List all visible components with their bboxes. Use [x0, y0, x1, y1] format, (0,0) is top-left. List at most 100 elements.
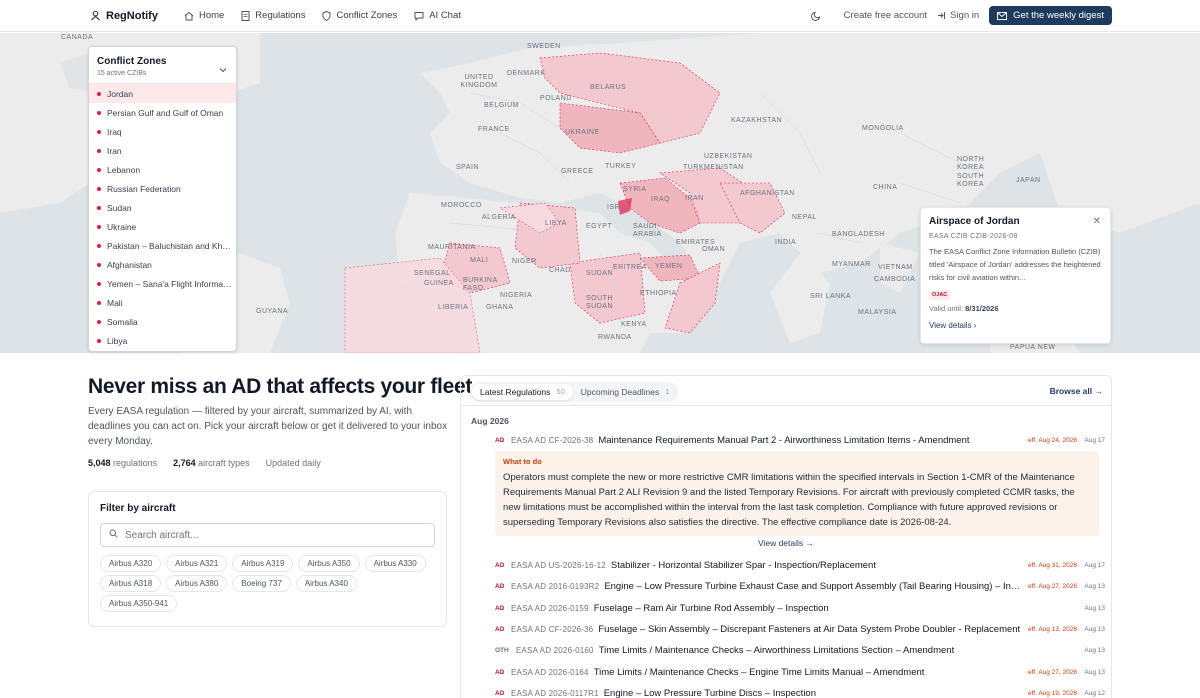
conflict-zone-item[interactable]: Persian Gulf and Gulf of Oman: [89, 103, 236, 122]
aircraft-chip[interactable]: Boeing 737: [232, 575, 291, 592]
conflict-zone-item[interactable]: Mali: [89, 293, 236, 312]
conflict-zone-item[interactable]: Yemen – Sana'a Flight Informa…: [89, 274, 236, 293]
aircraft-chip[interactable]: Airbus A320: [100, 555, 162, 572]
aircraft-chip[interactable]: Airbus A350: [298, 555, 360, 572]
map-label: CHINA: [873, 184, 898, 191]
conflict-zone-item[interactable]: Afghanistan: [89, 255, 236, 274]
zone-dot-icon: [97, 148, 101, 153]
zone-dot-icon: [97, 110, 101, 115]
zone-dot-icon: [97, 129, 101, 134]
nav-home[interactable]: Home: [184, 10, 224, 21]
regulation-kind: AD: [495, 436, 505, 444]
aircraft-search-input[interactable]: Search aircraft...: [100, 523, 435, 547]
weekly-digest-button[interactable]: Get the weekly digest: [989, 6, 1112, 25]
conflict-zones-title: Conflict Zones: [97, 56, 167, 67]
map-label: MONGOLIA: [862, 125, 904, 132]
aircraft-chip[interactable]: Airbus A321: [166, 555, 228, 572]
map-label: JAPAN: [1016, 177, 1041, 184]
tab-upcoming-deadlines[interactable]: Upcoming Deadlines 1: [573, 384, 678, 400]
nav-regulations[interactable]: Regulations: [241, 10, 305, 21]
nav-ai-chat[interactable]: AI Chat: [414, 10, 461, 21]
map-label: GUYANA: [256, 308, 289, 315]
map-label: FRANCE: [478, 126, 510, 133]
map-label: ETHIOPIA: [640, 290, 677, 297]
close-icon[interactable]: ✕: [1093, 216, 1101, 227]
conflict-zone-item[interactable]: Iraq: [89, 122, 236, 141]
map-label: SPAIN: [456, 164, 479, 171]
aircraft-chip[interactable]: Airbus A350-941: [100, 595, 178, 612]
weekly-digest-label: Get the weekly digest: [1013, 10, 1104, 21]
regulation-effective: eff. Aug 27, 2026: [1027, 668, 1077, 676]
map-label: RWANDA: [598, 334, 632, 341]
chevron-down-icon[interactable]: [219, 61, 227, 76]
filter-title: Filter by aircraft: [100, 503, 176, 514]
brand-name: RegNotify: [106, 9, 158, 22]
tab-latest-regulations[interactable]: Latest Regulations 50: [472, 384, 573, 400]
conflict-zones-header[interactable]: Conflict Zones 15 active CZIBs: [89, 47, 236, 84]
regulation-row[interactable]: AD EASA AD 2016-0193R2 Engine – Low Pres…: [495, 578, 1105, 594]
conflict-zone-item[interactable]: Somalia: [89, 312, 236, 331]
map-label: POLAND: [540, 95, 572, 102]
regulation-kind: OTH: [495, 646, 509, 654]
aircraft-chip[interactable]: Airbus A319: [232, 555, 294, 572]
regulation-id: EASA AD 2026-0159: [511, 603, 589, 613]
map-label: SOUTH KOREA: [957, 173, 985, 188]
regulation-kind: AD: [495, 668, 505, 676]
aircraft-chip[interactable]: Airbus A318: [100, 575, 162, 592]
map-label: MAURITANIA: [428, 244, 476, 251]
map-label: CAMBODIA: [874, 276, 916, 283]
conflict-zone-item[interactable]: Libya: [89, 331, 236, 350]
conflict-zone-name: Persian Gulf and Gulf of Oman: [107, 107, 224, 118]
map-label: NIGERIA: [500, 292, 533, 299]
regulation-row[interactable]: AD EASA AD 2026-0159 Fuselage – Ram Air …: [495, 600, 1105, 616]
view-details-link[interactable]: View details →: [461, 538, 1111, 548]
browse-all-link[interactable]: Browse all →: [1050, 386, 1103, 396]
regulation-row[interactable]: AD EASA AD US-2026-16-12 Stabilizer - Ho…: [495, 557, 1105, 573]
map-label: SRI LANKA: [810, 293, 852, 300]
regulation-id: EASA AD 2026-0160: [516, 645, 594, 655]
map-label: OMAN: [702, 246, 725, 253]
zone-dot-icon: [97, 300, 101, 305]
sign-in-label: Sign in: [950, 10, 980, 21]
regulation-row[interactable]: AD EASA AD 2026-0117R1 Engine – Low Pres…: [495, 685, 1105, 698]
conflict-zone-item[interactable]: Iran: [89, 141, 236, 160]
map-label: ISR: [607, 204, 621, 211]
conflict-zone-item[interactable]: Russian Federation: [89, 179, 236, 198]
regulation-kind: AD: [495, 689, 505, 697]
mail-icon: [997, 11, 1008, 20]
regulations-tabs: Latest Regulations 50 Upcoming Deadlines 1: [470, 382, 680, 402]
map-label: BELGIUM: [484, 102, 520, 109]
regulation-row[interactable]: AD EASA AD CF-2026-36 Fuselage – Skin As…: [495, 621, 1105, 637]
regulation-title: Fuselage – Skin Assembly – Discrepant Fa…: [598, 623, 1021, 635]
map-label: EGYPT: [586, 223, 613, 230]
regulation-effective: eff. Aug 24, 2026: [1027, 436, 1077, 444]
map-label: TURKMENISTAN: [683, 164, 744, 171]
nav-conflict-zones[interactable]: Conflict Zones: [322, 10, 397, 21]
regulation-title: Fuselage – Ram Air Turbine Rod Assembly …: [593, 602, 829, 614]
conflict-zone-item[interactable]: Ukraine: [89, 217, 236, 236]
regulation-date: Aug 13: [1084, 668, 1105, 676]
map-label: PAPUA NEW: [1010, 344, 1056, 351]
regulation-row[interactable]: AD EASA AD CF-2026-38 Maintenance Requir…: [495, 432, 1105, 448]
create-account-link[interactable]: Create free account: [844, 10, 927, 21]
regulation-row[interactable]: OTH EASA AD 2026-0160 Time Limits / Main…: [495, 642, 1105, 658]
conflict-zone-item[interactable]: Pakistan – Baluchistan and Kh…: [89, 236, 236, 255]
regulation-row[interactable]: AD EASA AD 2026-0164 Time Limits / Maint…: [495, 664, 1105, 680]
conflict-zone-item[interactable]: Lebanon: [89, 160, 236, 179]
zone-dot-icon: [97, 186, 101, 191]
aircraft-chip[interactable]: Airbus A340: [295, 575, 357, 592]
conflict-zone-item[interactable]: Sudan: [89, 198, 236, 217]
sign-in-link[interactable]: Sign in: [937, 10, 979, 21]
zone-view-details-link[interactable]: View details ›: [929, 321, 1102, 330]
regulation-id: EASA AD 2026-0117R1: [511, 688, 599, 698]
map-label: SYRIA: [623, 186, 647, 193]
moon-icon[interactable]: [810, 10, 822, 21]
conflict-zone-name: Yemen – Sana'a Flight Informa…: [107, 278, 232, 289]
map-label: ERITREA: [613, 264, 647, 271]
brand-logo[interactable]: RegNotify: [90, 10, 158, 22]
aircraft-chip[interactable]: Airbus A380: [166, 575, 228, 592]
what-to-do-box: What to do Operators must complete the n…: [495, 451, 1099, 536]
conflict-zone-item[interactable]: Jordan: [89, 84, 236, 103]
nav-conflict-zones-label: Conflict Zones: [336, 10, 398, 21]
aircraft-chip[interactable]: Airbus A330: [364, 555, 426, 572]
